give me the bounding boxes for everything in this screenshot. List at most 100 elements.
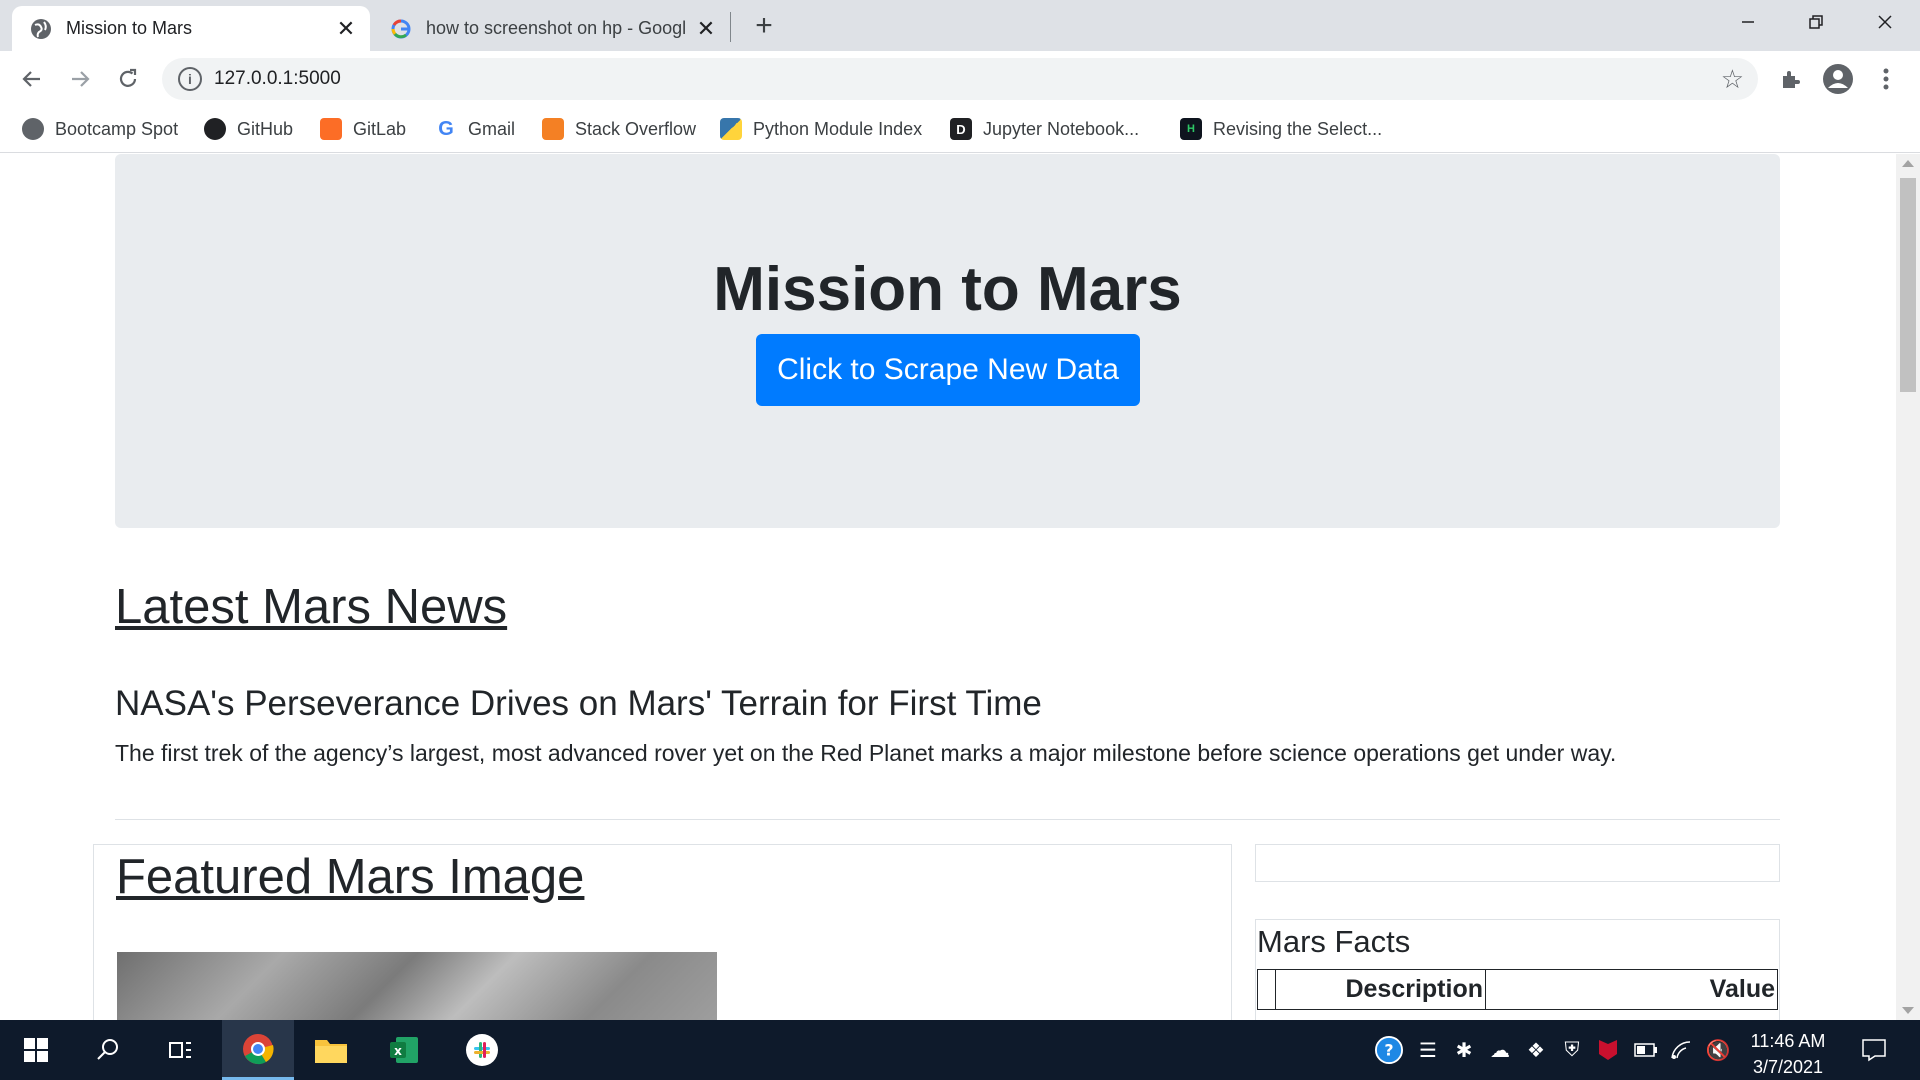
svg-text:?: ? [1384,1041,1393,1060]
mars-facts-table: Description Value [1257,969,1778,1010]
back-arrow-icon [22,71,40,87]
bookmark-gmail[interactable]: G Gmail [435,115,515,143]
close-tab-icon[interactable]: ✕ [332,15,360,43]
facts-column-index [1257,969,1276,1010]
scroll-down-arrow-icon[interactable] [1902,1007,1914,1014]
page-scrollbar[interactable] [1896,154,1920,1020]
dropbox-icon[interactable]: ❖ [1522,1036,1550,1064]
globe-icon [30,18,52,40]
taskbar-clock[interactable]: 11:46 AM 3/7/2021 [1740,1028,1836,1080]
minimize-icon [1742,21,1754,23]
globe-icon [22,118,44,140]
search-icon [97,1039,118,1060]
bookmark-jupyter-notebook[interactable]: D Jupyter Notebook... [950,115,1139,143]
back-button[interactable] [14,61,50,97]
facts-column-description: Description [1275,969,1486,1010]
battery-icon[interactable] [1632,1036,1660,1064]
bookmarks-bar: Bootcamp Spot GitHub GitLab G Gmail Stac… [0,105,1920,153]
google-icon: G [438,117,454,140]
taskbar-file-explorer[interactable] [295,1020,367,1080]
windows-logo-icon [24,1038,48,1062]
volume-muted-icon[interactable]: 🔇 [1704,1036,1732,1064]
news-paragraph: The first trek of the agency’s largest, … [115,740,1617,766]
reload-button[interactable] [110,61,146,97]
bookmark-label: GitHub [237,118,294,139]
extensions-icon[interactable] [1774,63,1806,95]
python-icon [720,118,742,140]
tab-mission-to-mars[interactable]: Mission to Mars ✕ [12,6,370,51]
slack-icon [466,1034,498,1066]
browser-toolbar: i 127.0.0.1:5000 ☆ [0,51,1920,105]
bookmark-label: Bootcamp Spot [55,118,179,139]
jumbotron: Mission to Mars Click to Scrape New Data [115,154,1780,528]
close-window-button[interactable] [1857,0,1913,44]
scroll-up-arrow-icon[interactable] [1902,160,1914,167]
security-shield-icon[interactable]: ⛨ [1558,1036,1586,1064]
windows-taskbar: x ? ☰ ✱ ☁ ❖ ⛨ 🔇 11:46 AM 3/7/2021 [0,1020,1920,1080]
google-icon [390,18,412,40]
scrape-button[interactable]: Click to Scrape New Data [756,334,1140,406]
tab-google-search[interactable]: how to screenshot on hp - Googl ✕ [374,6,730,51]
featured-image-heading: Featured Mars Image [116,850,585,904]
stackoverflow-icon [542,118,564,140]
excel-icon: x [390,1037,418,1063]
new-tab-button[interactable]: + [748,9,780,42]
wifi-icon[interactable] [1668,1036,1696,1064]
restore-button[interactable] [1788,0,1844,44]
svg-text:x: x [394,1044,402,1058]
scrollbar-thumb[interactable] [1900,178,1916,392]
url-text[interactable]: 127.0.0.1:5000 [214,68,341,90]
bookmark-label: Jupyter Notebook... [983,118,1140,139]
profile-avatar-icon[interactable] [1822,63,1854,95]
chrome-icon [243,1033,274,1064]
bookmark-bootcamp-spot[interactable]: Bootcamp Spot [22,115,178,143]
bookmark-revising-the-select[interactable]: H Revising the Select... [1180,115,1382,143]
bookmark-label: GitLab [353,118,407,139]
bookmark-label: Revising the Select... [1213,118,1383,139]
taskbar-chrome[interactable] [222,1020,294,1080]
task-view-button[interactable] [144,1020,216,1080]
side-panel-top [1255,844,1780,882]
bookmark-stack-overflow[interactable]: Stack Overflow [542,115,696,143]
forward-arrow-icon [72,71,90,87]
search-button[interactable] [72,1020,144,1080]
taskbar-excel[interactable]: x [368,1020,440,1080]
divider [115,819,1780,820]
hackerrank-icon: H [1180,118,1202,140]
bookmark-star-icon[interactable]: ☆ [1721,64,1744,95]
minimize-button[interactable] [1720,0,1776,44]
bookmark-gitlab[interactable]: GitLab [320,115,406,143]
tab-title: Mission to Mars [66,18,193,38]
taskbar-slack[interactable] [446,1020,518,1080]
bookmark-label: Stack Overflow [575,118,697,139]
page-viewport: Mission to Mars Click to Scrape New Data… [0,154,1896,1020]
action-center-icon[interactable] [1856,1036,1892,1064]
folder-icon [315,1040,347,1063]
news-heading: Latest Mars News [115,580,508,634]
mcafee-icon[interactable] [1594,1036,1622,1064]
bookmark-github[interactable]: GitHub [204,115,293,143]
reload-icon [119,68,137,87]
onedrive-icon[interactable]: ☁ [1486,1036,1514,1064]
page-title: Mission to Mars [713,255,1182,324]
mars-facts-heading: Mars Facts [1257,924,1411,959]
start-button[interactable] [0,1020,72,1080]
forward-button[interactable] [62,61,98,97]
facts-column-value: Value [1485,969,1778,1010]
info-icon[interactable]: i [178,67,202,91]
close-tab-icon[interactable]: ✕ [692,15,720,43]
bookmark-label: Gmail [468,118,516,139]
task-view-icon [169,1042,191,1058]
address-bar[interactable]: i 127.0.0.1:5000 ☆ [162,58,1758,100]
restore-icon [1809,15,1823,29]
tab-strip: Mission to Mars ✕ how to screenshot on h… [0,0,1920,51]
close-icon [1878,15,1892,29]
bookmark-python-module-index[interactable]: Python Module Index [720,115,922,143]
tab-separator [730,12,731,42]
menu-kebab-icon[interactable] [1870,63,1902,95]
jupyter-icon: D [950,118,972,140]
slack-tray-icon[interactable]: ✱ [1450,1036,1478,1064]
notes-icon[interactable]: ☰ [1414,1036,1442,1064]
help-icon[interactable]: ? [1375,1036,1403,1064]
featured-mars-image [117,952,717,1020]
